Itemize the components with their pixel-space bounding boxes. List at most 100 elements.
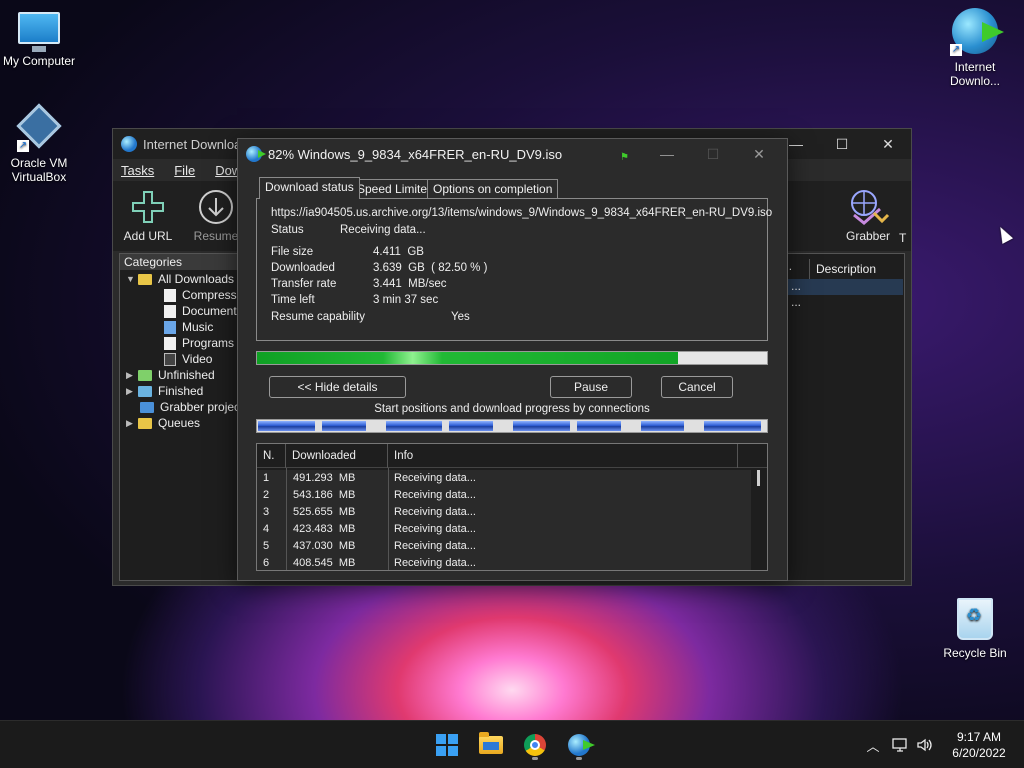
status-value: Receiving data... [340, 224, 426, 236]
column-description[interactable]: Description [809, 259, 901, 279]
file-icon [164, 304, 176, 318]
connection-segment [321, 421, 366, 431]
start-button[interactable] [431, 729, 463, 761]
shortcut-arrow-icon: ↗ [17, 140, 29, 152]
tree-collapsed-icon[interactable]: ▶ [126, 383, 136, 399]
idm-icon: ↗ [950, 8, 1004, 56]
connection-number: 6 [263, 557, 270, 569]
categories-header: Categories [120, 254, 242, 270]
connection-row[interactable]: 6 408.545 MB Receiving data... [257, 555, 751, 570]
scrollbar-thumb[interactable] [757, 470, 760, 486]
desktop-icon-label: Recycle Bin [943, 646, 1007, 660]
download-progress-bar [256, 351, 768, 365]
resume-capability-value: Yes [451, 311, 470, 323]
menu-file[interactable]: File [174, 163, 195, 178]
main-window-title: Internet Download [143, 136, 249, 152]
system-clock[interactable]: 9:17 AM 6/20/2022 [938, 729, 1020, 761]
connection-downloaded: 437.030 MB [293, 540, 356, 552]
folder-icon [138, 385, 152, 397]
grabber-button[interactable]: Grabber [833, 189, 903, 243]
connection-row[interactable]: 3 525.655 MB Receiving data... [257, 504, 751, 521]
category-queues[interactable]: ▶ Queues [126, 415, 200, 431]
connection-info: Receiving data... [394, 557, 476, 569]
desktop-icon-idm[interactable]: ↗ Internet Downlo... [937, 8, 1013, 88]
category-all-downloads[interactable]: ▼ All Downloads [126, 271, 234, 287]
connection-number: 1 [263, 472, 270, 484]
category-unfinished[interactable]: ▶ Unfinished [126, 367, 215, 383]
download-url: https://ia904505.us.archive.org/13/items… [271, 207, 773, 219]
program-icon [164, 336, 176, 350]
connection-segment [258, 421, 315, 431]
connection-info: Receiving data... [394, 523, 476, 535]
cancel-button[interactable]: Cancel [661, 376, 733, 398]
mouse-cursor [994, 224, 1014, 244]
connection-row[interactable]: 1 491.293 MB Receiving data... [257, 470, 751, 487]
tab-options-on-completion[interactable]: Options on completion [427, 179, 559, 199]
folder-icon [138, 369, 152, 381]
connection-segment [449, 421, 494, 431]
category-documents[interactable]: Documents [164, 303, 243, 319]
recycle-bin-icon [957, 598, 993, 640]
show-hidden-icons-chevron-icon[interactable]: ︿ [862, 721, 884, 768]
pause-button[interactable]: Pause [550, 376, 632, 398]
maximize-icon: ☐ [706, 145, 720, 162]
connection-row[interactable]: 4 423.483 MB Receiving data... [257, 521, 751, 538]
column-info[interactable]: Info [388, 444, 738, 468]
minimize-icon[interactable]: — [644, 139, 690, 169]
connection-row[interactable]: 2 543.186 MB Receiving data... [257, 487, 751, 504]
column-number[interactable]: N. [257, 444, 286, 468]
hide-details-button[interactable]: << Hide details [269, 376, 406, 398]
desktop-icon-recycle-bin[interactable]: Recycle Bin [937, 598, 1013, 660]
connections-scrollbar[interactable] [751, 468, 767, 570]
connections-table: N. Downloaded Info 1 491.293 MB Receiving … [256, 443, 768, 571]
tab-download-status[interactable]: Download status [259, 177, 360, 199]
desktop-icon-my-computer[interactable]: My Computer [1, 12, 77, 68]
list-cell-partial: ... [791, 295, 802, 309]
add-url-button[interactable]: Add URL [113, 189, 183, 243]
time-left-label: Time left [271, 294, 315, 306]
menu-tasks[interactable]: Tasks [121, 163, 154, 178]
connections-progress-bar [256, 419, 768, 433]
my-computer-icon [18, 12, 60, 52]
tree-collapsed-icon[interactable]: ▶ [126, 415, 136, 431]
idm-icon [568, 734, 595, 756]
file-explorer-icon [479, 732, 503, 754]
volume-icon[interactable] [914, 721, 936, 768]
running-indicator [576, 757, 582, 760]
transfer-rate-label: Transfer rate [271, 278, 337, 290]
category-grabber-projects[interactable]: Grabber projects [140, 399, 249, 415]
music-icon [164, 320, 176, 334]
close-icon[interactable]: ✕ [865, 129, 911, 159]
taskbar-file-explorer[interactable] [475, 729, 507, 761]
tree-expanded-icon[interactable]: ▼ [126, 271, 136, 287]
taskbar-chrome[interactable] [519, 729, 551, 761]
desktop-icon-virtualbox[interactable]: ↗ Oracle VM VirtualBox [1, 103, 77, 184]
category-music[interactable]: Music [164, 319, 213, 335]
connection-row[interactable]: 5 437.030 MB Receiving data... [257, 538, 751, 555]
taskbar-idm[interactable] [563, 729, 595, 761]
connection-segment [640, 421, 685, 431]
chrome-icon [524, 734, 546, 756]
column-downloaded[interactable]: Downloaded [286, 444, 388, 468]
tab-speed-limiter[interactable]: Speed Limiter [351, 179, 438, 199]
category-programs[interactable]: Programs [164, 335, 234, 351]
folder-icon [138, 417, 152, 429]
connection-info: Receiving data... [394, 472, 476, 484]
maximize-icon[interactable]: ☐ [819, 129, 865, 159]
dialog-titlebar[interactable]: 82% Windows_9_9834_x64FRER_en-RU_DV9.iso… [238, 139, 787, 169]
close-icon[interactable]: ✕ [736, 139, 782, 169]
connection-number: 5 [263, 540, 270, 552]
running-indicator [532, 757, 538, 760]
tree-collapsed-icon[interactable]: ▶ [126, 367, 136, 383]
shortcut-arrow-icon: ↗ [950, 44, 962, 56]
downloaded-label: Downloaded [271, 262, 335, 274]
toolbar-tail-label: T [899, 231, 907, 245]
desktop-icon-label: My Computer [2, 54, 76, 68]
clock-time: 9:17 AM [956, 730, 1002, 744]
file-size-label: File size [271, 246, 314, 258]
network-icon[interactable] [890, 721, 912, 768]
transfer-rate-value: 3.441 MB/sec [373, 278, 447, 290]
category-finished[interactable]: ▶ Finished [126, 383, 203, 399]
connection-segment [385, 421, 443, 431]
category-video[interactable]: Video [164, 351, 212, 367]
